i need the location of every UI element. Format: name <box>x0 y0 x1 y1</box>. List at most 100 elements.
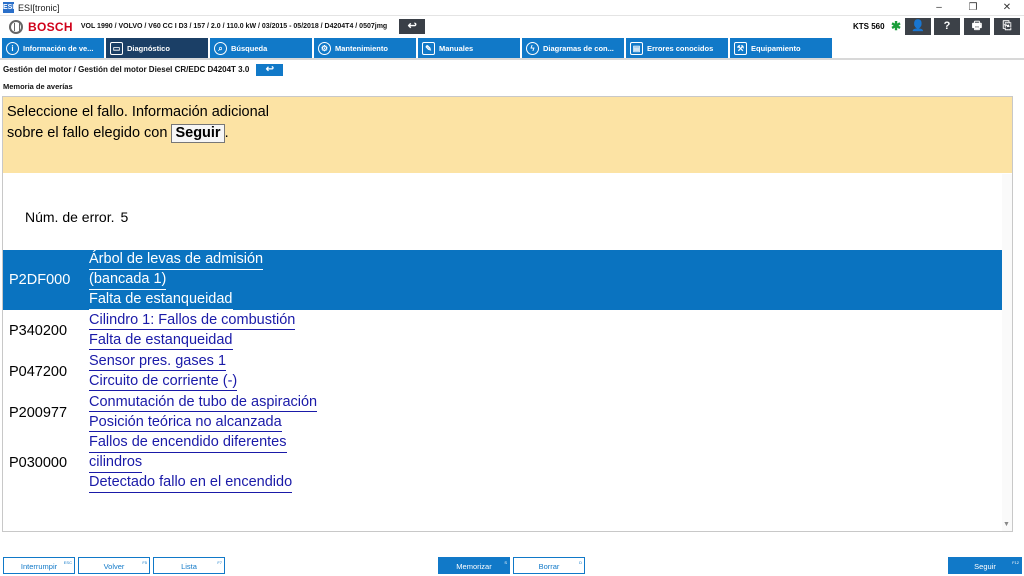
instruction-line-2: sobre el fallo elegido con Seguir. <box>7 123 1012 144</box>
error-code: P340200 <box>9 322 68 339</box>
key-hint: F7 <box>217 560 222 565</box>
tab-label: Errores conocidos <box>647 44 714 53</box>
error-text-line[interactable]: Detectado fallo en el encendido <box>89 473 293 493</box>
error-text-line[interactable]: cilindros <box>89 453 143 473</box>
print-button[interactable]: 🖶 <box>964 18 990 35</box>
instruction-suffix: . <box>224 125 229 141</box>
lightning-icon: ϟ <box>526 42 539 55</box>
document-icon: ▤ <box>630 42 643 55</box>
error-row[interactable]: P200977 Conmutación de tubo de aspiració… <box>3 392 1002 433</box>
error-code: P047200 <box>9 363 68 380</box>
instruction-text: sobre el fallo elegido con <box>7 125 168 141</box>
manual-icon: ✎ <box>422 42 435 55</box>
error-description: Fallos de encendido diferentes cilindros… <box>89 433 293 493</box>
vehicle-info: VOL 1990 / VOLVO / V60 CC I D3 / 157 / 2… <box>80 23 388 30</box>
tab-label: Diagramas de con... <box>543 44 614 53</box>
button-label: Memorizar <box>456 562 492 571</box>
error-count-label: Núm. de error. <box>25 209 115 225</box>
window-titlebar: ESI ESI[tronic] – ❐ ✕ <box>0 0 1024 16</box>
tab-diagnostics[interactable]: ▭ Diagnóstico <box>106 38 208 59</box>
error-text-line[interactable]: Falta de estanqueidad <box>89 290 233 310</box>
tab-known-errors[interactable]: ▤ Errores conocidos <box>626 38 728 59</box>
key-hint: S <box>504 560 507 565</box>
tab-label: Equipamiento <box>751 44 801 53</box>
error-row[interactable]: P340200 Cilindro 1: Fallos de combustión… <box>3 310 1002 351</box>
vehicle-back-button[interactable]: ↩ <box>399 19 426 34</box>
help-button[interactable]: ? <box>934 18 960 35</box>
error-text-line[interactable]: Circuito de corriente (-) <box>89 372 238 391</box>
brand-name: BOSCH <box>28 19 73 34</box>
breadcrumb: Gestión del motor / Gestión del motor Di… <box>3 65 250 74</box>
user-button[interactable]: 👤 <box>905 18 931 35</box>
tab-maintenance[interactable]: ⚙ Mantenimiento <box>314 38 416 59</box>
instruction-box: Seleccione el fallo. Información adicion… <box>3 97 1012 173</box>
key-hint: F5 <box>142 560 147 565</box>
header-bar: BOSCH VOL 1990 / VOLVO / V60 CC I D3 / 1… <box>0 16 1024 37</box>
tab-search[interactable]: ⌕ Búsqueda <box>210 38 312 59</box>
error-text-line[interactable]: Cilindro 1: Fallos de combustión <box>89 311 296 330</box>
button-label: Interrumpir <box>20 562 58 571</box>
scrollbar[interactable]: ▼ <box>1002 174 1012 531</box>
action-bar: Interrumpir ESC Volver F5 Lista F7 Memoriza… <box>0 556 1024 576</box>
nav-divider <box>0 58 1024 60</box>
tab-label: Búsqueda <box>231 44 268 53</box>
error-text-line[interactable]: (bancada 1) <box>89 270 167 290</box>
error-text-line[interactable]: Fallos de encendido diferentes <box>89 433 287 453</box>
tab-wiring-diagrams[interactable]: ϟ Diagramas de con... <box>522 38 624 59</box>
button-label: Volver <box>103 562 125 571</box>
tab-manuals[interactable]: ✎ Manuales <box>418 38 520 59</box>
memorize-button[interactable]: Memorizar S <box>438 557 510 574</box>
tab-label: Mantenimiento <box>335 44 388 53</box>
tab-label: Diagnóstico <box>127 44 170 53</box>
error-count: Núm. de error. 5 <box>25 209 128 225</box>
bosch-logo-icon <box>9 19 23 34</box>
diagnostics-icon: ▭ <box>110 42 123 55</box>
section-title: Memoria de averías <box>3 82 73 91</box>
error-count-value: 5 <box>120 209 129 225</box>
window-title: ESI[tronic] <box>18 2 60 13</box>
tab-equipment[interactable]: ⚒ Equipamiento <box>730 38 832 59</box>
error-text-line[interactable]: Posición teórica no alcanzada <box>89 413 282 432</box>
error-text-line[interactable]: Árbol de levas de admisión <box>89 250 264 270</box>
export-button[interactable]: ⎘ <box>994 18 1020 35</box>
error-row[interactable]: P030000 Fallos de encendido diferentes c… <box>3 433 1002 493</box>
bluetooth-icon: ✱ <box>891 19 902 33</box>
instruction-line-1: Seleccione el fallo. Información adicion… <box>7 104 269 120</box>
continue-button[interactable]: Seguir F12 <box>948 557 1022 574</box>
tab-label: Manuales <box>439 44 474 53</box>
tools-icon: ⚒ <box>734 42 747 55</box>
interrupt-button[interactable]: Interrumpir ESC <box>3 557 75 574</box>
error-text-line[interactable]: Sensor pres. gases 1 <box>89 352 227 371</box>
button-label: Borrar <box>538 562 560 571</box>
seguir-key-hint: Seguir <box>171 124 225 143</box>
close-button[interactable]: ✕ <box>990 0 1024 16</box>
info-icon: i <box>6 42 19 55</box>
minimize-button[interactable]: – <box>922 0 956 16</box>
key-hint: ESC <box>63 560 72 565</box>
error-text-line[interactable]: Conmutación de tubo de aspiración <box>89 393 318 412</box>
search-icon: ⌕ <box>214 42 227 55</box>
error-row[interactable]: P2DF000 Árbol de levas de admisión (banc… <box>3 250 1002 310</box>
gear-icon: ⚙ <box>318 42 331 55</box>
scroll-down-icon[interactable]: ▼ <box>1003 521 1010 528</box>
tab-vehicle-info[interactable]: i Información de ve... <box>2 38 104 59</box>
app-icon: ESI <box>3 2 15 13</box>
breadcrumb-row: Gestión del motor / Gestión del motor Di… <box>3 63 284 76</box>
error-description: Sensor pres. gases 1 Circuito de corrien… <box>89 352 238 392</box>
error-list: P2DF000 Árbol de levas de admisión (banc… <box>3 250 1002 493</box>
button-label: Seguir <box>974 562 996 571</box>
error-row[interactable]: P047200 Sensor pres. gases 1 Circuito de… <box>3 351 1002 392</box>
error-code: P200977 <box>9 404 68 421</box>
back-button[interactable]: Volver F5 <box>78 557 150 574</box>
error-text-line[interactable]: Falta de estanqueidad <box>89 331 233 350</box>
error-description: Cilindro 1: Fallos de combustión Falta d… <box>89 311 296 351</box>
restore-button[interactable]: ❐ <box>956 0 990 16</box>
fault-memory-panel: Seleccione el fallo. Información adicion… <box>2 96 1013 532</box>
error-code: P030000 <box>9 455 68 471</box>
list-button[interactable]: Lista F7 <box>153 557 225 574</box>
error-code: P2DF000 <box>9 272 71 288</box>
delete-button[interactable]: Borrar D <box>513 557 585 574</box>
breadcrumb-back-button[interactable]: ↩ <box>256 63 284 76</box>
error-description: Árbol de levas de admisión (bancada 1) F… <box>89 250 264 310</box>
key-hint: F12 <box>1012 560 1019 565</box>
